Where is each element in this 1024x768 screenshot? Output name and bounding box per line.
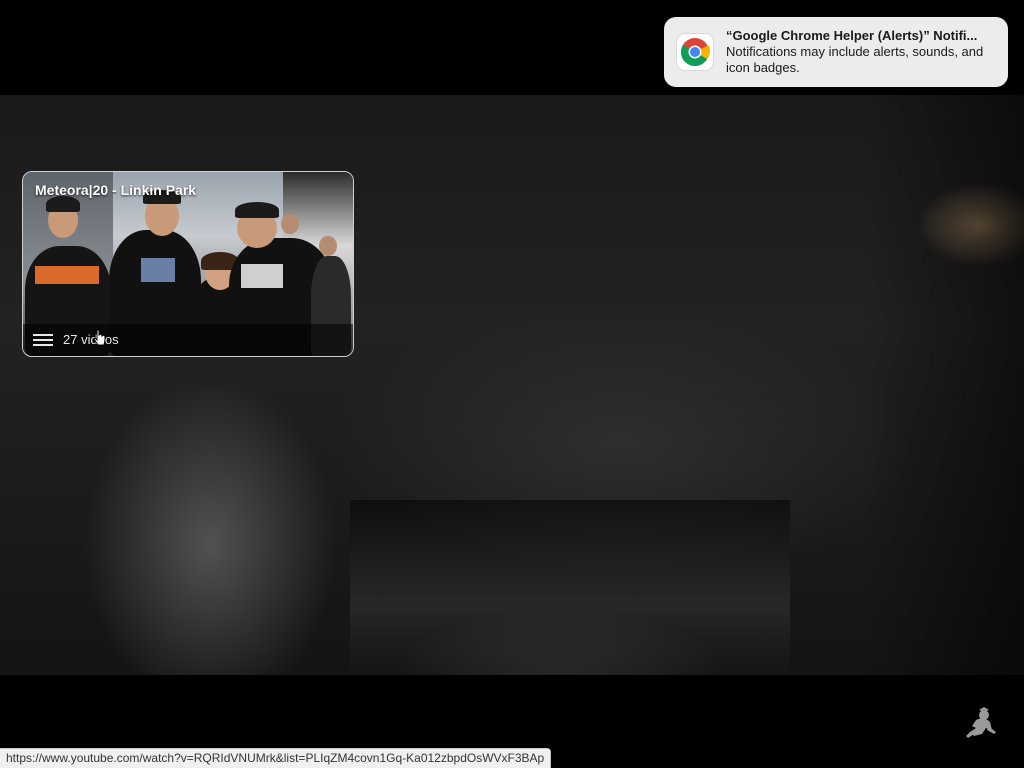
playlist-video-count: 27 videos xyxy=(63,332,119,347)
mascot-icon[interactable] xyxy=(962,706,1000,740)
thumbnail-shirt-print xyxy=(141,258,175,282)
pointer-cursor-icon xyxy=(93,329,106,346)
playlist-icon xyxy=(33,334,53,348)
thumbnail-cap xyxy=(235,202,279,218)
playlist-title[interactable]: Meteora|20 - Linkin Park xyxy=(35,182,196,198)
thumbnail-cap xyxy=(46,196,80,212)
chrome-icon xyxy=(677,34,713,70)
thumbnail-face xyxy=(281,214,299,234)
notification-body: Notifications may include alerts, sounds… xyxy=(726,44,984,75)
thumbnail-shirt-print xyxy=(241,264,283,288)
system-notification[interactable]: “Google Chrome Helper (Alerts)” Notifi..… xyxy=(664,17,1008,87)
video-player[interactable]: Meteora|20 - Linkin Park 27 videos “Goog… xyxy=(0,0,1024,768)
video-frame-band xyxy=(350,500,790,675)
status-bar-url: https://www.youtube.com/watch?v=RQRIdVNU… xyxy=(0,748,552,768)
playlist-info-bar: 27 videos xyxy=(23,324,353,356)
notification-title: “Google Chrome Helper (Alerts)” Notifi..… xyxy=(726,28,978,43)
playlist-card[interactable]: Meteora|20 - Linkin Park 27 videos xyxy=(22,171,354,357)
thumbnail-face xyxy=(319,236,337,256)
thumbnail-shirt-print xyxy=(35,266,99,284)
video-frame-shade xyxy=(860,95,1024,675)
